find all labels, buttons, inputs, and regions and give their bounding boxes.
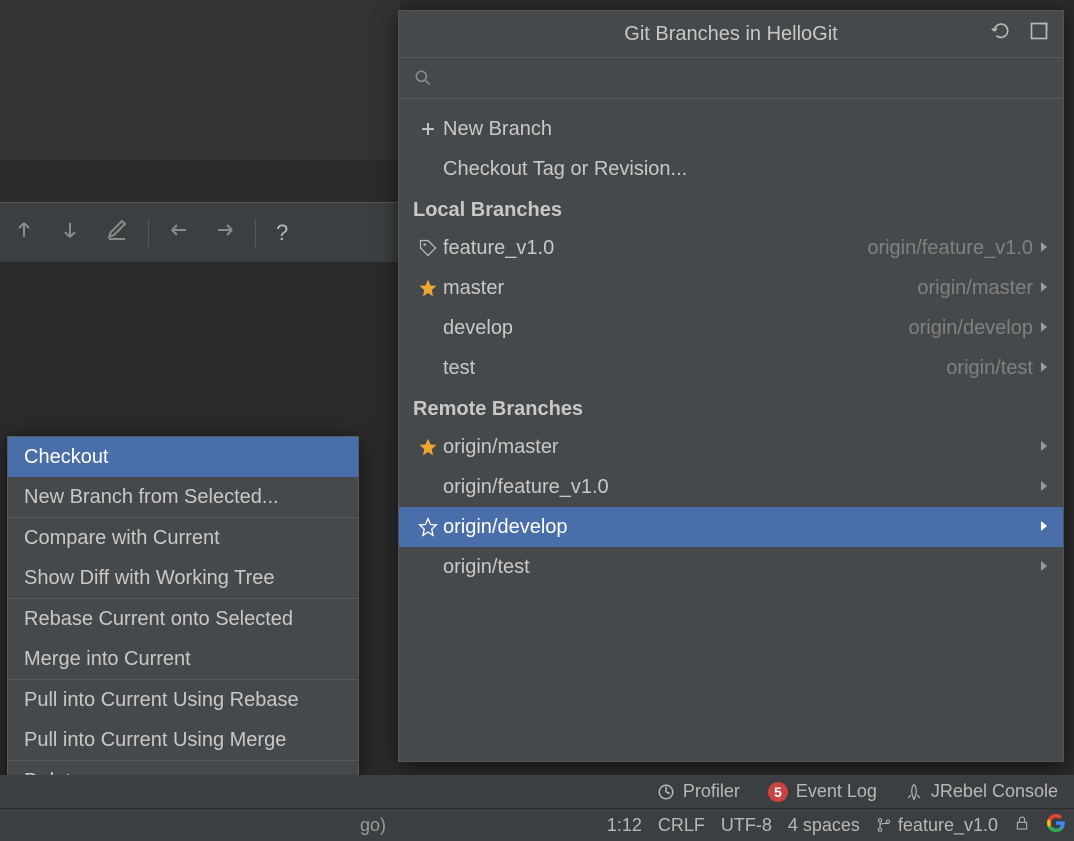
local-branch-row[interactable]: develop origin/develop	[399, 308, 1063, 348]
help-button[interactable]: ?	[276, 220, 288, 246]
star-outline-icon	[413, 517, 443, 537]
context-menu-item[interactable]: Merge into Current	[8, 639, 358, 679]
chevron-right-icon	[1039, 559, 1049, 576]
tag-icon	[413, 238, 443, 258]
branch-name: origin/test	[443, 556, 530, 579]
git-branch-widget[interactable]: feature_v1.0	[876, 815, 998, 836]
status-bar: Profiler 5 Event Log JRebel Console go) …	[0, 775, 1074, 841]
chevron-right-icon	[1039, 360, 1049, 377]
event-log-tab[interactable]: 5 Event Log	[768, 781, 877, 802]
profiler-tab[interactable]: Profiler	[657, 781, 740, 802]
chevron-right-icon	[1039, 439, 1049, 456]
chevron-right-icon	[1039, 240, 1049, 257]
refresh-icon[interactable]	[991, 21, 1011, 47]
remote-branch-row[interactable]: origin/develop	[399, 507, 1063, 547]
up-arrow-icon[interactable]	[14, 219, 34, 247]
star-filled-icon	[413, 437, 443, 457]
branch-search-input[interactable]	[399, 57, 1063, 99]
context-menu-item[interactable]: Pull into Current Using Rebase	[8, 680, 358, 720]
star-filled-icon	[413, 278, 443, 298]
tracking-branch: origin/test	[946, 357, 1033, 380]
cursor-position[interactable]: 1:12	[607, 815, 642, 836]
remote-branch-row[interactable]: origin/feature_v1.0	[399, 467, 1063, 507]
local-branch-row[interactable]: master origin/master	[399, 268, 1063, 308]
context-menu-item[interactable]: Pull into Current Using Merge	[8, 720, 358, 760]
lock-icon[interactable]	[1014, 815, 1030, 836]
file-encoding[interactable]: UTF-8	[721, 815, 772, 836]
jrebel-label: JRebel Console	[931, 781, 1058, 802]
event-log-badge: 5	[768, 782, 788, 802]
expand-icon[interactable]	[1029, 21, 1049, 47]
google-icon[interactable]	[1046, 813, 1066, 838]
remote-branch-row[interactable]: origin/test	[399, 547, 1063, 587]
tracking-branch: origin/master	[917, 277, 1033, 300]
jrebel-tab[interactable]: JRebel Console	[905, 781, 1058, 802]
context-menu-item[interactable]: New Branch from Selected...	[8, 477, 358, 517]
edit-icon[interactable]	[106, 218, 128, 247]
tracking-branch: origin/develop	[908, 317, 1033, 340]
branch-name: test	[443, 357, 475, 380]
context-menu-item[interactable]: Checkout	[8, 437, 358, 477]
nav-toolbar: ?	[0, 202, 400, 262]
context-menu-item[interactable]: Rebase Current onto Selected	[8, 599, 358, 639]
plus-icon	[413, 120, 443, 138]
event-log-label: Event Log	[796, 781, 877, 802]
branch-name: origin/master	[443, 436, 559, 459]
tracking-branch: origin/feature_v1.0	[867, 237, 1033, 260]
status-left-text: go)	[0, 815, 386, 836]
branch-context-menu: CheckoutNew Branch from Selected...Compa…	[7, 436, 359, 802]
line-separator[interactable]: CRLF	[658, 815, 705, 836]
indent-setting[interactable]: 4 spaces	[788, 815, 860, 836]
chevron-right-icon	[1039, 519, 1049, 536]
profiler-label: Profiler	[683, 781, 740, 802]
remote-branches-header: Remote Branches	[399, 388, 1063, 427]
context-menu-item[interactable]: Compare with Current	[8, 518, 358, 558]
local-branches-header: Local Branches	[399, 189, 1063, 228]
chevron-right-icon	[1039, 479, 1049, 496]
popup-header: Git Branches in HelloGit	[399, 11, 1063, 57]
popup-action-0[interactable]: New Branch	[399, 109, 1063, 149]
branch-name: master	[443, 277, 504, 300]
branch-icon	[876, 817, 892, 833]
remote-branch-row[interactable]: origin/master	[399, 427, 1063, 467]
popup-action-label: New Branch	[443, 118, 552, 141]
popup-action-1[interactable]: Checkout Tag or Revision...	[399, 149, 1063, 189]
popup-action-label: Checkout Tag or Revision...	[443, 158, 687, 181]
popup-title: Git Branches in HelloGit	[624, 23, 837, 46]
branch-name: feature_v1.0	[443, 237, 554, 260]
down-arrow-icon[interactable]	[60, 219, 80, 247]
branch-name: develop	[443, 317, 513, 340]
rocket-icon	[905, 783, 923, 801]
git-branches-popup: Git Branches in HelloGit New Branch Check…	[398, 10, 1064, 762]
context-menu-item[interactable]: Show Diff with Working Tree	[8, 558, 358, 598]
chevron-right-icon	[1039, 280, 1049, 297]
toolbar-separator	[255, 219, 256, 247]
profiler-icon	[657, 783, 675, 801]
local-branch-row[interactable]: feature_v1.0 origin/feature_v1.0	[399, 228, 1063, 268]
branch-name: origin/feature_v1.0	[443, 476, 609, 499]
toolbar-separator	[148, 219, 149, 247]
local-branch-row[interactable]: test origin/test	[399, 348, 1063, 388]
branch-name: origin/develop	[443, 516, 568, 539]
search-icon	[413, 68, 433, 88]
back-arrow-icon[interactable]	[169, 219, 189, 247]
forward-arrow-icon[interactable]	[215, 219, 235, 247]
editor-background	[0, 0, 400, 160]
current-branch-name: feature_v1.0	[898, 815, 998, 836]
chevron-right-icon	[1039, 320, 1049, 337]
